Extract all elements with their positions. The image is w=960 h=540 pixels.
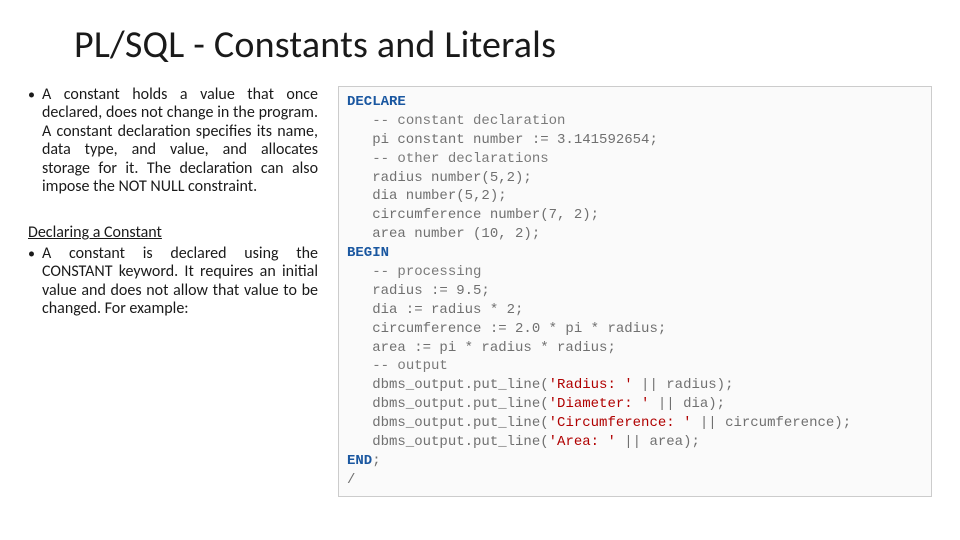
- kw-end: END: [347, 453, 372, 469]
- bullet-text-1: A constant holds a value that once decla…: [42, 86, 318, 196]
- out-3a: dbms_output.put_line(: [347, 415, 549, 431]
- out-2b: || dia);: [649, 396, 725, 412]
- line-pi: pi constant number := 3.141592654;: [347, 132, 658, 148]
- out-4s: 'Area: ': [549, 434, 616, 450]
- stmt-radius: radius := 9.5;: [347, 283, 490, 299]
- stmt-dia: dia := radius * 2;: [347, 302, 523, 318]
- line-area: area number (10, 2);: [347, 226, 540, 242]
- slash: /: [347, 472, 355, 488]
- line-circ: circumference number(7, 2);: [347, 207, 599, 223]
- stmt-circ: circumference := 2.0 * pi * radius;: [347, 321, 666, 337]
- out-3s: 'Circumference: ': [549, 415, 692, 431]
- kw-begin: BEGIN: [347, 245, 389, 261]
- comment-1: -- constant declaration: [372, 113, 565, 129]
- subheading: Declaring a Constant: [28, 224, 318, 242]
- out-1s: 'Radius: ': [549, 377, 633, 393]
- comment-3: -- processing: [372, 264, 481, 280]
- out-1b: || radius);: [633, 377, 734, 393]
- out-2s: 'Diameter: ': [549, 396, 650, 412]
- stmt-area: area := pi * radius * radius;: [347, 340, 616, 356]
- end-semi: ;: [372, 453, 380, 469]
- slide-title: PL/SQL - Constants and Literals: [74, 22, 932, 68]
- bullet-text-2: A constant is declared using the CONSTAN…: [42, 245, 318, 319]
- comment-4: -- output: [372, 358, 448, 374]
- line-radius: radius number(5,2);: [347, 170, 532, 186]
- comment-2: -- other declarations: [372, 151, 548, 167]
- kw-declare: DECLARE: [347, 94, 406, 110]
- code-block: DECLARE -- constant declaration pi const…: [338, 86, 932, 497]
- out-4b: || area);: [616, 434, 700, 450]
- out-3b: || circumference);: [691, 415, 851, 431]
- bullet-1: • A constant holds a value that once dec…: [28, 86, 318, 196]
- out-2a: dbms_output.put_line(: [347, 396, 549, 412]
- bullet-dot: •: [28, 245, 42, 319]
- out-4a: dbms_output.put_line(: [347, 434, 549, 450]
- bullet-dot: •: [28, 86, 42, 196]
- out-1a: dbms_output.put_line(: [347, 377, 549, 393]
- bullet-2: • A constant is declared using the CONST…: [28, 245, 318, 319]
- text-column: • A constant holds a value that once dec…: [28, 86, 318, 346]
- line-dia: dia number(5,2);: [347, 188, 507, 204]
